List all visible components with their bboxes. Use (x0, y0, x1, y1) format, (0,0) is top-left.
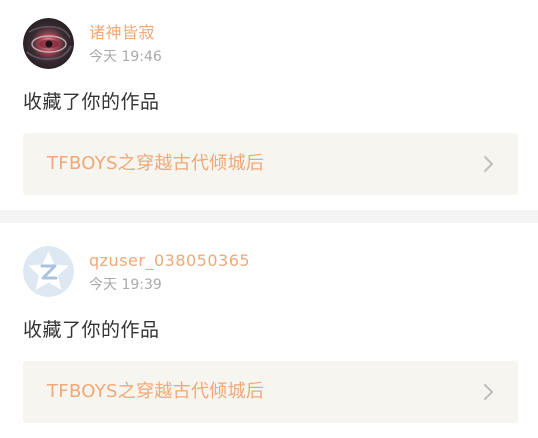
timestamp: 今天 19:39 (89, 277, 162, 293)
work-title: TFBOYS之穿越古代倾城后 (47, 381, 265, 402)
action-text: 收藏了你的作品 (23, 319, 160, 341)
username-link[interactable]: 诸神皆寂 (89, 23, 162, 43)
action-text: 收藏了你的作品 (23, 91, 160, 113)
username-link[interactable]: qzuser_038050365 (89, 251, 250, 271)
work-link-card[interactable]: TFBOYS之穿越古代倾城后 (23, 133, 518, 195)
notification-header: 诸神皆寂 今天 19:46 (23, 18, 518, 71)
user-meta: 诸神皆寂 今天 19:46 (89, 18, 162, 65)
notification-item: qzuser_038050365 今天 19:39 收藏了你的作品 TFBOYS… (0, 223, 538, 438)
work-link-card[interactable]: TFBOYS之穿越古代倾城后 (23, 361, 518, 423)
notification-header: qzuser_038050365 今天 19:39 (23, 246, 518, 299)
default-qz-avatar-icon[interactable] (23, 246, 74, 297)
user-meta: qzuser_038050365 今天 19:39 (89, 246, 250, 293)
notification-item: 诸神皆寂 今天 19:46 收藏了你的作品 TFBOYS之穿越古代倾城后 (0, 0, 538, 210)
notification-feed: 诸神皆寂 今天 19:46 收藏了你的作品 TFBOYS之穿越古代倾城后 qzu… (0, 0, 538, 438)
eye-art-avatar-icon[interactable] (23, 18, 74, 69)
chevron-right-icon (484, 384, 493, 400)
section-divider (0, 210, 538, 223)
timestamp: 今天 19:46 (89, 49, 162, 65)
work-title: TFBOYS之穿越古代倾城后 (47, 153, 265, 174)
chevron-right-icon (484, 156, 493, 172)
